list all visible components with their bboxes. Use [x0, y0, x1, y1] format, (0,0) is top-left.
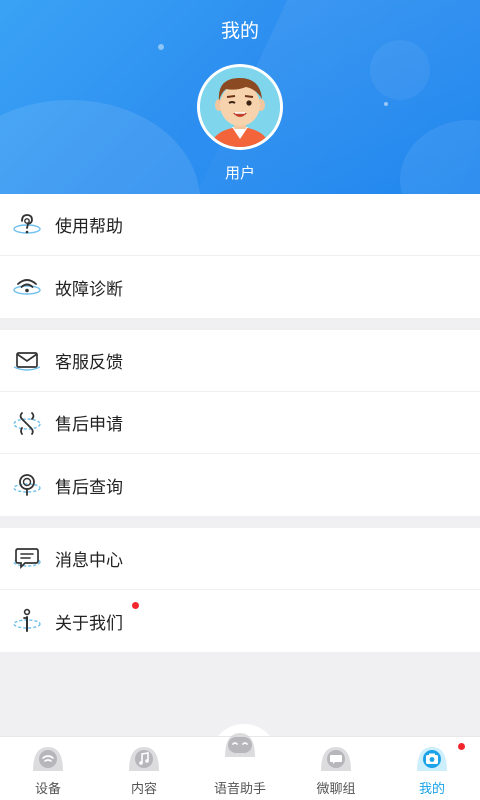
tab-label: 设备 — [34, 782, 61, 797]
chat-icon — [321, 747, 351, 771]
menu-item-messages[interactable]: 消息中心 — [0, 528, 480, 590]
menu-item-label: 关于我们 — [55, 613, 123, 634]
search-query-icon — [13, 474, 41, 496]
tab-mine[interactable]: 我的 — [384, 737, 480, 800]
menu-item-aftersale-query[interactable]: 售后查询 — [0, 454, 480, 516]
tab-label: 内容 — [130, 782, 157, 797]
tab-voice-assistant[interactable]: 语音助手 — [192, 733, 288, 800]
menu-item-about[interactable]: 关于我们 — [0, 590, 480, 652]
header-decoration — [384, 102, 388, 106]
tab-content[interactable]: 内容 — [96, 737, 192, 800]
menu-group-service: 客服反馈 售后申请 售后查询 — [0, 330, 480, 516]
tab-label: 语音助手 — [213, 782, 266, 797]
menu-item-label: 客服反馈 — [55, 353, 123, 373]
avatar[interactable] — [197, 64, 283, 150]
tab-label: 我的 — [418, 782, 445, 797]
menu-item-aftersale-apply[interactable]: 售后申请 — [0, 392, 480, 454]
menu-item-label: 使用帮助 — [55, 217, 123, 237]
wifi-diagnose-icon — [13, 279, 41, 295]
menu-group-info: 消息中心 关于我们 — [0, 528, 480, 652]
menu-item-label: 消息中心 — [55, 551, 123, 571]
header-decoration — [158, 44, 164, 50]
wrench-icon — [13, 412, 41, 435]
menu-group-help: 使用帮助 故障诊断 — [0, 194, 480, 318]
menu-item-help[interactable]: 使用帮助 — [0, 194, 480, 256]
device-icon — [33, 747, 63, 771]
mail-feedback-icon — [13, 352, 41, 371]
menu-item-label: 故障诊断 — [55, 279, 123, 300]
header-decoration — [370, 40, 430, 100]
menu-item-label: 售后申请 — [55, 415, 123, 435]
tab-chat-group[interactable]: 微聊组 — [288, 737, 384, 800]
profile-header: 我的 用户 — [0, 0, 480, 194]
menu-item-diagnose[interactable]: 故障诊断 — [0, 256, 480, 318]
tab-device[interactable]: 设备 — [0, 737, 96, 800]
menu-item-label: 售后查询 — [55, 477, 123, 498]
menu-item-feedback[interactable]: 客服反馈 — [0, 330, 480, 392]
bottom-tab-bar: 设备 内容 语音助手 微聊组 我的 — [0, 733, 480, 800]
avatar-cartoon-icon — [200, 67, 280, 147]
message-icon — [13, 548, 41, 570]
music-icon — [129, 747, 159, 771]
info-icon — [13, 608, 41, 632]
help-icon — [13, 214, 41, 234]
username: 用户 — [224, 164, 255, 182]
page-title: 我的 — [220, 20, 259, 42]
tab-mine-badge-dot — [458, 743, 465, 750]
tab-label: 微聊组 — [316, 782, 356, 797]
voice-assistant-icon — [225, 733, 255, 757]
about-badge-dot — [132, 602, 139, 609]
camera-icon — [417, 747, 447, 771]
